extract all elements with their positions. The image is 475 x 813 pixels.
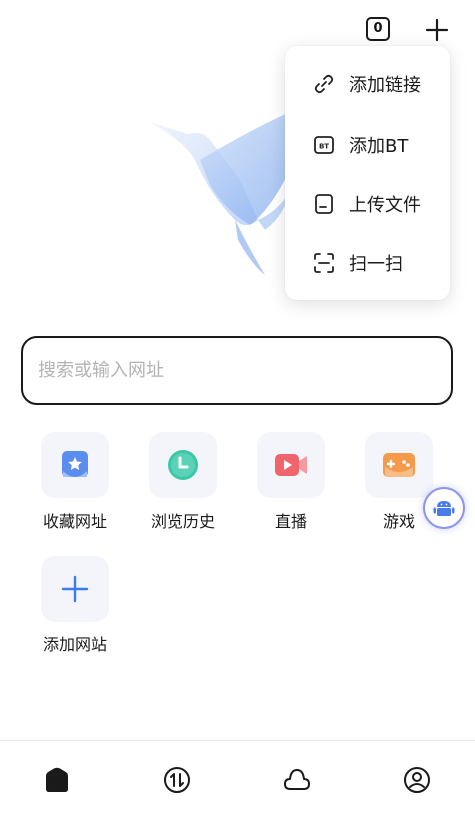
plus-icon[interactable] (424, 17, 450, 43)
shortcut-games[interactable] (365, 432, 433, 498)
menu-item-upload-file[interactable]: 上传文件 (285, 179, 450, 229)
svg-text:BT: BT (319, 143, 329, 151)
floating-assistant-button[interactable] (423, 487, 465, 529)
menu-item-label: 上传文件 (349, 195, 421, 216)
profile-icon[interactable] (403, 766, 431, 794)
menu-item-label: 添加链接 (349, 75, 421, 96)
bottom-navigation (0, 740, 475, 813)
android-icon (433, 501, 455, 516)
cloud-icon[interactable] (283, 766, 311, 794)
clock-icon (168, 450, 198, 480)
shortcut-live[interactable] (257, 432, 325, 498)
file-icon (315, 194, 333, 214)
menu-item-label: 添加BT (349, 136, 409, 157)
menu-item-scan[interactable]: 扫一扫 (285, 238, 450, 288)
search-box[interactable] (21, 336, 453, 405)
shortcut-bookmarks[interactable] (41, 432, 109, 498)
menu-item-label: 扫一扫 (349, 254, 403, 275)
star-bookmark-icon (62, 451, 88, 477)
gamepad-icon (383, 453, 415, 477)
menu-item-add-bt[interactable]: BT 添加BT (285, 120, 450, 170)
search-input[interactable] (38, 354, 428, 386)
bt-icon: BT (314, 136, 334, 154)
transfer-icon[interactable] (163, 766, 191, 794)
shortcut-label: 直播 (274, 512, 307, 531)
shortcut-add-site[interactable] (41, 556, 109, 622)
shortcut-label: 添加网站 (42, 635, 107, 654)
plus-icon (61, 575, 89, 603)
menu-item-add-link[interactable]: 添加链接 (285, 59, 450, 109)
add-dropdown-menu: 添加链接 BT 添加BT 上传文件 扫一扫 (285, 46, 450, 300)
shortcut-label: 收藏网址 (42, 512, 107, 531)
link-icon (314, 74, 334, 94)
shortcut-label: 浏览历史 (150, 512, 215, 531)
home-icon[interactable] (43, 766, 71, 794)
video-camera-icon (275, 454, 307, 476)
tab-count-button[interactable]: 0 (366, 17, 390, 41)
scan-icon (314, 253, 334, 273)
shortcut-history[interactable] (149, 432, 217, 498)
